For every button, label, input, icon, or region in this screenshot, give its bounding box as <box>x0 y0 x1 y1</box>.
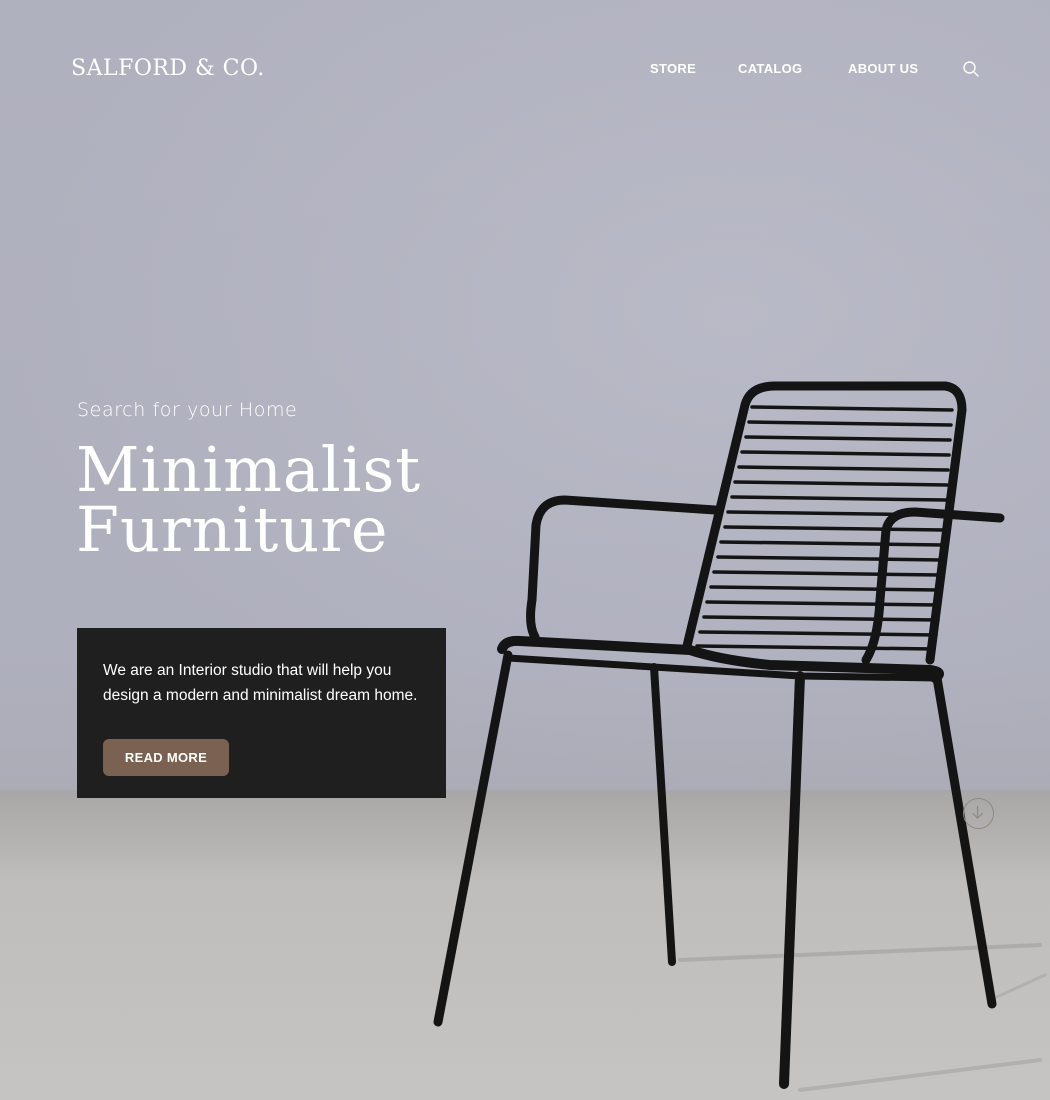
arrow-down-circle-icon <box>972 805 983 819</box>
hero-headline: Minimalist Furniture <box>76 433 422 566</box>
brand-logo[interactable]: SALFORD & CO. <box>71 56 265 81</box>
nav-link-about-us[interactable]: ABOUT US <box>848 61 918 76</box>
search-icon[interactable] <box>962 60 980 78</box>
nav-link-store[interactable]: STORE <box>650 61 696 76</box>
read-more-button[interactable]: READ MORE <box>103 739 229 776</box>
hero-kicker: Search for your Home <box>77 399 298 421</box>
nav-link-catalog[interactable]: CATALOG <box>738 61 802 76</box>
scroll-down-button[interactable] <box>963 798 994 829</box>
intro-description: We are an Interior studio that will help… <box>103 662 418 704</box>
intro-card: We are an Interior studio that will help… <box>77 628 446 798</box>
floor-shade <box>0 790 1050 1100</box>
hero-headline-line2: Furniture <box>76 493 389 566</box>
hero-headline-line1: Minimalist <box>76 433 422 506</box>
